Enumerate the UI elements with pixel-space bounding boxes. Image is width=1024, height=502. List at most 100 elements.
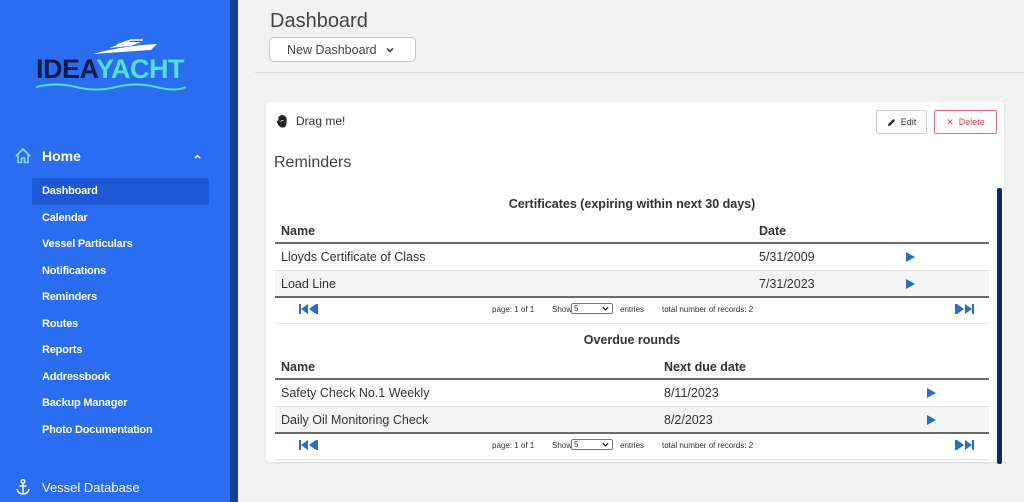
certificates-title: Certificates (expiring within next 30 da… (508, 197, 756, 211)
overdue-title: Overdue rounds (583, 333, 681, 347)
entries-value: 5 (574, 440, 579, 449)
close-icon: ✕ (946, 116, 954, 127)
pager-next-last[interactable] (955, 304, 974, 314)
hand-icon (276, 114, 287, 128)
table-row[interactable]: Lloyds Certificate of Class 5/31/2009 (275, 244, 989, 271)
sidebar-item-calendar[interactable]: Calendar (32, 205, 209, 232)
play-icon[interactable] (906, 252, 915, 262)
overdue-pager: page: 1 of 1 Show 5 entries total number… (275, 434, 989, 460)
page-indicator: page: 1 of 1 (492, 305, 535, 314)
sidebar-item-vessel-particulars[interactable]: Vessel Particulars (32, 231, 209, 258)
vessel-database-label: Vessel Database (42, 479, 140, 495)
last-page-icon[interactable] (972, 304, 974, 314)
last-page-arrow[interactable] (965, 440, 972, 450)
total-records: total number of records: 2 (662, 305, 754, 314)
first-page-arrow[interactable] (301, 440, 308, 450)
prev-page-icon[interactable] (309, 304, 316, 314)
entries-value: 5 (574, 304, 579, 313)
chevron-down-icon (386, 47, 394, 53)
sidebar-item-notifications[interactable]: Notifications (32, 258, 209, 285)
sidebar-item-backup-manager[interactable]: Backup Manager (32, 390, 209, 417)
table-row[interactable]: Load Line 7/31/2023 (275, 271, 989, 298)
sidebar-item-vessel-database[interactable]: Vessel Database (14, 478, 140, 496)
sidebar: IDEAYACHT Home Dashboard Calendar Vessel… (0, 0, 230, 502)
cert-name: Load Line (281, 277, 336, 291)
show-label: Show (552, 305, 573, 314)
logo-idea: IDEA (36, 54, 97, 84)
delete-button[interactable]: ✕ Delete (934, 110, 997, 134)
sidebar-item-reminders[interactable]: Reminders (32, 284, 209, 311)
header-divider (255, 72, 1024, 73)
wave-icon (36, 83, 186, 91)
sidebar-item-dashboard[interactable]: Dashboard (32, 178, 209, 205)
next-page-icon[interactable] (957, 304, 964, 314)
entries-label: entries (620, 305, 645, 314)
round-date: 8/2/2023 (664, 413, 713, 427)
logo-yacht: YACHT (96, 54, 185, 84)
chevron-down-icon (602, 442, 609, 447)
play-icon[interactable] (927, 415, 936, 425)
table-header: Name Date (275, 220, 989, 244)
column-header-next-due-date[interactable]: Next due date (664, 360, 746, 374)
round-date: 8/11/2023 (664, 386, 719, 400)
chevron-up-icon[interactable] (193, 152, 202, 161)
column-header-date[interactable]: Date (759, 224, 786, 238)
prev-page-bar[interactable] (316, 440, 318, 450)
next-page-icon[interactable] (957, 440, 964, 450)
sidebar-edge (230, 0, 238, 502)
play-icon[interactable] (927, 388, 936, 398)
entries-select[interactable]: 5 (571, 439, 613, 450)
delete-label: Delete (958, 117, 985, 127)
overdue-table: Name Next due date Safety Check No.1 Wee… (275, 356, 989, 460)
pager-first-prev[interactable] (299, 440, 318, 450)
show-label: Show (552, 441, 573, 450)
widget-title: Reminders (274, 154, 352, 171)
column-header-name[interactable]: Name (281, 360, 315, 374)
reminders-widget: Drag me! Edit ✕ Delete Reminders Certifi… (266, 102, 1004, 464)
edit-label: Edit (900, 117, 917, 127)
table-header: Name Next due date (275, 356, 989, 380)
total-records: total number of records: 2 (662, 441, 754, 450)
entries-select[interactable]: 5 (571, 303, 613, 314)
home-label: Home (42, 148, 81, 164)
sidebar-item-photo-documentation[interactable]: Photo Documentation (32, 417, 209, 444)
scrollbar[interactable] (997, 188, 1002, 464)
sidebar-item-reports[interactable]: Reports (32, 337, 209, 364)
page-title: Dashboard (270, 10, 368, 32)
drag-handle[interactable]: Drag me! (276, 114, 345, 128)
certificates-pager: page: 1 of 1 Show 5 entries total number… (275, 298, 989, 324)
play-icon[interactable] (906, 279, 915, 289)
last-page-icon[interactable] (972, 440, 974, 450)
dashboard-select[interactable]: New Dashboard (269, 37, 416, 62)
sidebar-item-routes[interactable]: Routes (32, 311, 209, 338)
chevron-down-icon (602, 306, 609, 311)
pencil-icon (887, 118, 895, 126)
home-icon (15, 148, 31, 164)
table-row[interactable]: Safety Check No.1 Weekly 8/11/2023 (275, 380, 989, 407)
cert-date: 7/31/2023 (759, 277, 815, 291)
last-page-arrow[interactable] (965, 304, 972, 314)
certificates-table: Name Date Lloyds Certificate of Class 5/… (275, 220, 989, 324)
pager-next-last[interactable] (955, 440, 974, 450)
logo[interactable]: IDEAYACHT (36, 38, 196, 91)
sidebar-nav: Dashboard Calendar Vessel Particulars No… (32, 178, 209, 443)
entries-label: entries (620, 441, 645, 450)
pager-first-prev[interactable] (299, 304, 318, 314)
table-row[interactable]: Daily Oil Monitoring Check 8/2/2023 (275, 407, 989, 434)
logo-text: IDEAYACHT (36, 54, 185, 85)
drag-label: Drag me! (296, 114, 346, 128)
round-name: Safety Check No.1 Weekly (281, 386, 430, 400)
cert-name: Lloyds Certificate of Class (281, 250, 426, 264)
prev-page-bar[interactable] (316, 304, 318, 314)
column-header-name[interactable]: Name (281, 224, 315, 238)
edit-button[interactable]: Edit (876, 110, 927, 134)
round-name: Daily Oil Monitoring Check (281, 413, 429, 427)
anchor-icon (16, 479, 30, 495)
page-indicator: page: 1 of 1 (492, 441, 535, 450)
cert-date: 5/31/2009 (759, 250, 815, 264)
first-page-arrow[interactable] (301, 304, 308, 314)
sidebar-item-home[interactable]: Home (14, 146, 214, 166)
dashboard-select-value: New Dashboard (287, 42, 377, 57)
sidebar-item-addressbook[interactable]: Addressbook (32, 364, 209, 391)
prev-page-icon[interactable] (309, 440, 316, 450)
